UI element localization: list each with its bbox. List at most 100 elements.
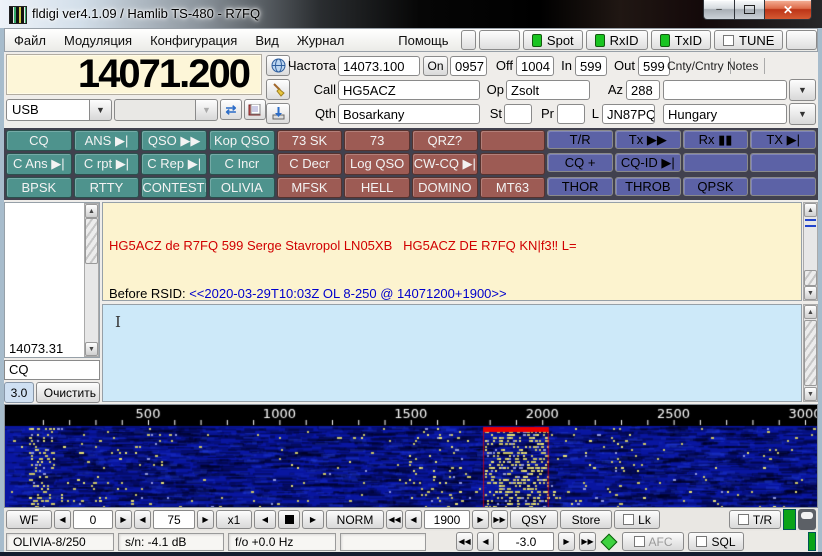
macro-button-1-2[interactable]: C Rep ▶|: [141, 153, 207, 174]
macro-button-1-5[interactable]: Log QSO: [344, 153, 410, 174]
close-button[interactable]: ✕: [764, 0, 812, 20]
macro-button-1-6[interactable]: CW-CQ ▶|: [412, 153, 478, 174]
menu-item-2[interactable]: Модуляция: [55, 30, 141, 51]
locator-input[interactable]: JN87PQ: [602, 104, 655, 124]
scroll-up-icon[interactable]: ▲: [804, 305, 817, 319]
lk-toggle[interactable]: Lk: [614, 510, 660, 529]
channel-list-scrollbar[interactable]: ▲ ▼: [84, 203, 99, 357]
clear-fields-button[interactable]: [266, 79, 290, 100]
wf-mode-button[interactable]: WF: [6, 510, 52, 529]
minimize-button[interactable]: –: [703, 0, 735, 20]
macro-button-0-5[interactable]: 73: [344, 130, 410, 151]
wf-center-button[interactable]: [278, 510, 300, 529]
macro-button-1-9[interactable]: CQ-ID ▶|: [615, 153, 681, 172]
county-dropdown-button[interactable]: ▼: [789, 79, 816, 101]
macro-button-0-6[interactable]: QRZ?: [412, 130, 478, 151]
carrier-incr-button[interactable]: ▶: [472, 510, 489, 529]
op-input[interactable]: Zsolt: [506, 80, 590, 100]
tab-notes[interactable]: Notes: [725, 58, 765, 74]
range-incr-button[interactable]: ▶: [197, 510, 214, 529]
time-on-button[interactable]: On: [423, 56, 448, 76]
offset-value[interactable]: -3.0: [498, 532, 554, 551]
macro-button-2-5[interactable]: HELL: [344, 177, 410, 198]
macro-button-0-8[interactable]: T/R: [547, 130, 613, 149]
squelch-slider[interactable]: [798, 509, 816, 530]
range-value[interactable]: 75: [153, 510, 195, 529]
carrier-decr-button[interactable]: ◀: [405, 510, 422, 529]
slider-handle[interactable]: [801, 512, 813, 519]
qsy-button[interactable]: QSY: [510, 510, 558, 529]
pr-input[interactable]: [557, 104, 585, 124]
sql-toggle[interactable]: SQL: [688, 532, 744, 551]
offset-incr-button[interactable]: ▶: [558, 532, 575, 551]
sync-rig-button[interactable]: ⇄: [220, 99, 242, 120]
az-input[interactable]: 288: [626, 80, 660, 100]
offset-incr2-button[interactable]: ▶▶: [579, 532, 596, 551]
qth-input[interactable]: Bosarkany: [338, 104, 480, 124]
macro-button-0-4[interactable]: 73 SK: [277, 130, 343, 151]
macro-button-2-9[interactable]: THROB: [615, 177, 681, 196]
macro-button-1-3[interactable]: C Incr: [209, 153, 275, 174]
offset-decr-button[interactable]: ◀: [477, 532, 494, 551]
norm-button[interactable]: NORM: [326, 510, 384, 529]
macro-button-1-8[interactable]: CQ +: [547, 153, 613, 172]
level-incr-button[interactable]: ▶: [115, 510, 132, 529]
macro-button-2-11[interactable]: [750, 177, 816, 196]
save-qso-button[interactable]: [266, 103, 290, 124]
macro-button-2-10[interactable]: QPSK: [683, 177, 749, 196]
rxid-toggle[interactable]: RxID: [586, 30, 648, 50]
store-button[interactable]: Store: [560, 510, 612, 529]
carrier-value[interactable]: 1900: [424, 510, 470, 529]
mode-status[interactable]: OLIVIA-8/250: [6, 533, 114, 551]
scroll-up-icon[interactable]: ▲: [85, 204, 98, 218]
macro-button-0-1[interactable]: ANS ▶|: [74, 130, 140, 151]
macro-button-0-3[interactable]: Kop QSO: [209, 130, 275, 151]
carrier-decr2-button[interactable]: ◀◀: [386, 510, 403, 529]
scroll-down-icon[interactable]: ▼: [804, 286, 817, 300]
macro-button-2-2[interactable]: CONTESTIA: [141, 177, 207, 198]
spot-toggle[interactable]: Spot: [523, 30, 583, 50]
tab-cnty-cntry[interactable]: Cnty/Cntry: [665, 58, 731, 74]
menu-item-1[interactable]: Файл: [5, 30, 55, 51]
search-input[interactable]: CQ: [4, 360, 100, 380]
scroll-down-icon[interactable]: ▼: [804, 387, 817, 401]
afc-toggle[interactable]: AFC: [622, 532, 684, 551]
txid-toggle[interactable]: TxID: [651, 30, 711, 50]
macro-button-2-1[interactable]: RTTY: [74, 177, 140, 198]
macro-button-0-10[interactable]: Rx ▮▮: [683, 130, 749, 149]
tune-toggle[interactable]: TUNE: [714, 30, 783, 50]
scroll-down-icon[interactable]: ▼: [85, 342, 98, 356]
maximize-button[interactable]: [735, 0, 764, 20]
macro-button-1-4[interactable]: C Decr: [277, 153, 343, 174]
macro-button-1-11[interactable]: [750, 153, 816, 172]
rst-in-input[interactable]: 599: [575, 56, 607, 76]
menu-item-6[interactable]: Помощь: [389, 30, 457, 51]
wf-right-button[interactable]: ▶: [302, 510, 324, 529]
offset-decr2-button[interactable]: ◀◀: [456, 532, 473, 551]
macro-button-2-7[interactable]: MT63: [480, 177, 546, 198]
macro-button-1-0[interactable]: C Ans ▶|: [6, 153, 72, 174]
zoom-x1-button[interactable]: x1: [216, 510, 252, 529]
tr-toggle[interactable]: T/R: [729, 510, 781, 529]
country-dropdown-button[interactable]: ▼: [789, 103, 816, 125]
tx-text-area[interactable]: I: [102, 304, 802, 402]
macro-button-2-3[interactable]: OLIVIA: [209, 177, 275, 198]
macro-button-0-7[interactable]: [480, 130, 546, 151]
call-input[interactable]: HG5ACZ: [338, 80, 480, 100]
menu-item-5[interactable]: Журнал: [288, 30, 353, 51]
macro-button-1-10[interactable]: [683, 153, 749, 172]
tx-scrollbar[interactable]: ▲ ▼: [803, 304, 818, 402]
wf-left-button[interactable]: ◀: [254, 510, 276, 529]
zoom-level-button[interactable]: 3.0: [4, 382, 34, 403]
macro-button-2-6[interactable]: DOMINO: [412, 177, 478, 198]
level-decr-button[interactable]: ◀: [54, 510, 71, 529]
macro-button-1-1[interactable]: C rpt ▶|: [74, 153, 140, 174]
chevron-down-icon[interactable]: ▼: [90, 99, 112, 121]
mode-select[interactable]: USB▼: [6, 99, 112, 121]
level-value[interactable]: 0: [73, 510, 113, 529]
macro-button-0-9[interactable]: Tx ▶▶: [615, 130, 681, 149]
waterfall-canvas[interactable]: [5, 405, 817, 507]
macro-button-2-0[interactable]: BPSK: [6, 177, 72, 198]
macro-button-0-2[interactable]: QSO ▶▶: [141, 130, 207, 151]
freq-input[interactable]: 14073.100: [338, 56, 420, 76]
